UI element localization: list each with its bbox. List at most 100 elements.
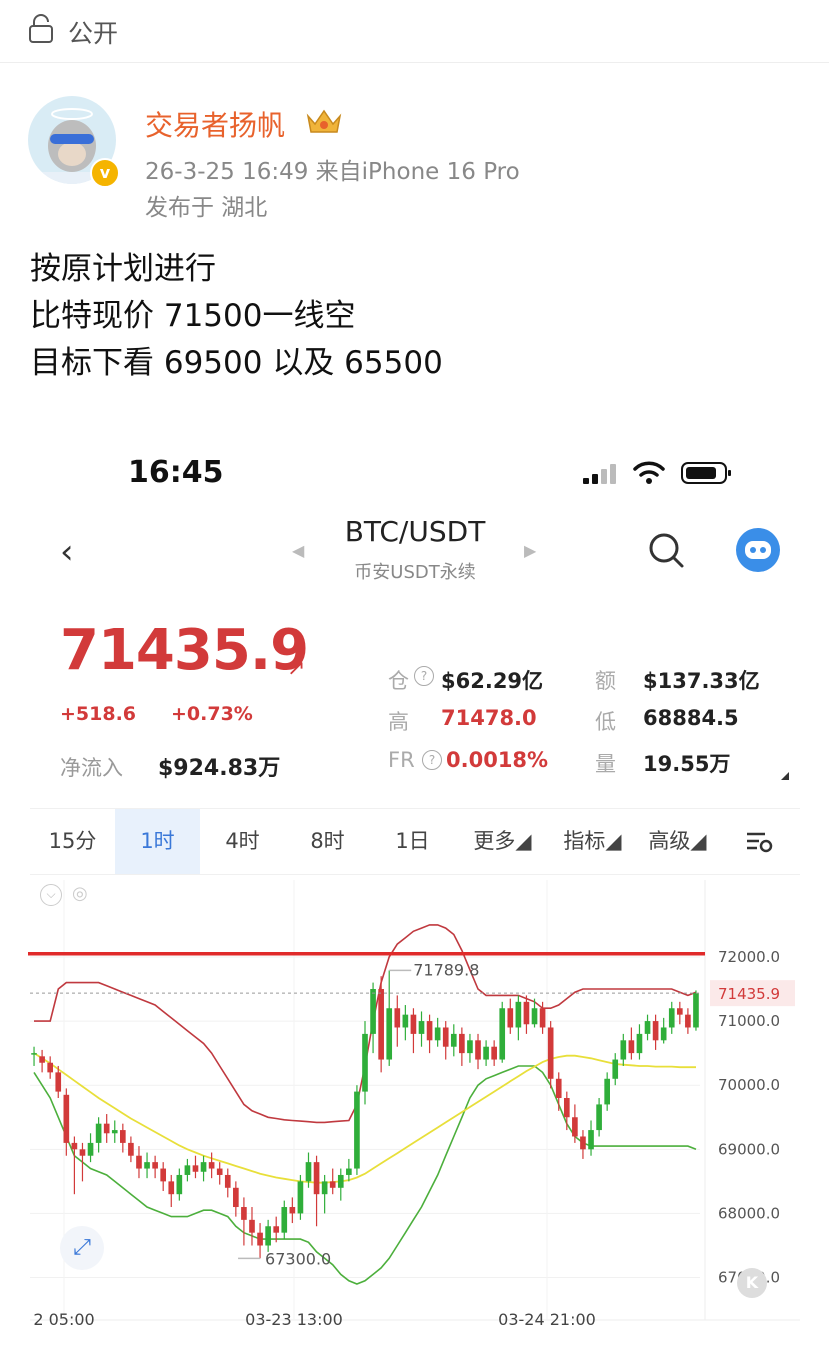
low-value: 68884.5 (643, 706, 739, 730)
candle-body (523, 1001, 530, 1025)
post-location: 发布于 湖北 (145, 195, 268, 221)
candle-body (192, 1165, 199, 1172)
low-label: 低 (595, 710, 616, 734)
x-tick-label: 03-24 21:00 (498, 1310, 596, 1329)
candlestick-chart[interactable]: 72000.071000.070000.069000.068000.067000… (0, 880, 829, 1340)
candle-body (71, 1142, 78, 1150)
tab-more[interactable]: 更多◢ (455, 809, 550, 874)
wifi-icon (633, 461, 665, 484)
candle-body (144, 1162, 150, 1169)
scroll-to-latest-icon[interactable]: K (737, 1268, 767, 1298)
collapse-chevron-icon[interactable]: ⌵ (40, 884, 62, 906)
candle-body (313, 1162, 320, 1195)
candle-body (588, 1130, 594, 1150)
low-annotation: 67300.0 (265, 1249, 331, 1268)
up-arrow-icon: ↗ (287, 656, 306, 681)
candle-body (491, 1046, 497, 1060)
price-change-pct: +0.73% (171, 703, 253, 725)
candle-body (563, 1098, 570, 1118)
candle-body (128, 1142, 134, 1156)
candle-body (612, 1059, 619, 1079)
candle-body (321, 1181, 328, 1195)
candle-body (354, 1091, 360, 1169)
candle-body (572, 1117, 578, 1137)
expand-corner-icon[interactable] (781, 772, 789, 780)
tab-8h[interactable]: 8时 (285, 809, 370, 874)
username[interactable]: 交易者扬帆 (145, 104, 285, 144)
candle-body (200, 1162, 207, 1172)
candle-body (152, 1162, 158, 1169)
battery-icon (681, 462, 731, 484)
price-change: +518.6 (60, 703, 137, 725)
candle-body (467, 1040, 473, 1054)
tab-1h[interactable]: 1时 (115, 809, 200, 874)
crown-icon (306, 109, 342, 133)
candle-body (176, 1174, 183, 1195)
pair-subtitle: 币安USDT永续 (354, 562, 476, 583)
tab-indicators-label: 指标 (563, 829, 606, 853)
candle-body (329, 1181, 336, 1188)
candle-body (410, 1014, 417, 1034)
tab-indicators[interactable]: 指标◢ (550, 809, 635, 874)
y-tick-label: 68000.0 (718, 1204, 780, 1222)
tab-4h[interactable]: 4时 (200, 809, 285, 874)
candle-body (160, 1168, 167, 1182)
funding-rate-label: FR (388, 748, 415, 772)
tab-15m[interactable]: 15分 (30, 809, 115, 874)
post-meta: 26-3-25 16:49 来自iPhone 16 Pro (145, 159, 520, 185)
candle-body (168, 1181, 175, 1195)
last-price: 71435.9 (60, 618, 309, 683)
next-pair-arrow-icon[interactable]: ▶ (524, 541, 536, 560)
tab-more-label: 更多 (473, 829, 516, 853)
post-line-3: 目标下看 69500 以及 65500 (30, 345, 443, 381)
candle-body (580, 1136, 586, 1150)
back-chevron-icon[interactable]: ‹ (60, 532, 74, 572)
candle-body (547, 1027, 554, 1079)
candle-body (136, 1155, 142, 1169)
high-value: 71478.0 (441, 706, 537, 730)
high-label: 高 (388, 710, 409, 734)
candle-body (507, 1008, 514, 1028)
info-icon[interactable]: ? (422, 750, 442, 770)
candle-body (79, 1149, 86, 1156)
visibility-label[interactable]: 公开 (68, 14, 118, 50)
eye-icon[interactable]: ◎ (72, 883, 88, 904)
candle-body (499, 1008, 506, 1060)
candle-body (418, 1021, 425, 1034)
candle-body (249, 1219, 255, 1233)
info-icon[interactable]: ? (414, 666, 434, 686)
robot-assistant-icon[interactable] (736, 528, 780, 572)
candle-body (362, 1033, 368, 1092)
candle-body (636, 1033, 643, 1054)
x-tick-label: 03-23 13:00 (245, 1310, 343, 1329)
candle-body (660, 1027, 667, 1041)
open-interest-label: 仓 (388, 669, 409, 693)
candle-body (184, 1165, 191, 1175)
candle-body (31, 1053, 37, 1055)
tab-1d[interactable]: 1日 (370, 809, 455, 874)
pair-title[interactable]: BTC/USDT (300, 515, 530, 548)
candle-body (233, 1187, 239, 1208)
chart-settings-icon[interactable] (730, 809, 790, 874)
volume-label: 量 (595, 752, 616, 776)
current-price-label: 71435.9 (718, 985, 780, 1003)
candle-body (63, 1094, 70, 1143)
candle-body (216, 1168, 223, 1175)
candle-body (241, 1207, 247, 1220)
y-tick-label: 70000.0 (718, 1076, 780, 1094)
candle-body (305, 1162, 312, 1182)
candle-body (539, 1008, 546, 1028)
inflow-label: 净流入 (60, 756, 123, 780)
candle-body (337, 1174, 344, 1188)
candle-body (87, 1142, 94, 1156)
candle-body (346, 1168, 352, 1175)
candle-body (604, 1078, 610, 1105)
candle-body (394, 1008, 401, 1028)
x-tick-label: 2 05:00 (33, 1310, 94, 1329)
candle-body (378, 989, 384, 1060)
candle-body (297, 1181, 304, 1214)
candle-body (596, 1104, 602, 1131)
search-icon[interactable] (646, 530, 686, 570)
tab-advanced[interactable]: 高级◢ (635, 809, 720, 874)
fullscreen-expand-icon[interactable]: ⤢ (60, 1226, 104, 1270)
